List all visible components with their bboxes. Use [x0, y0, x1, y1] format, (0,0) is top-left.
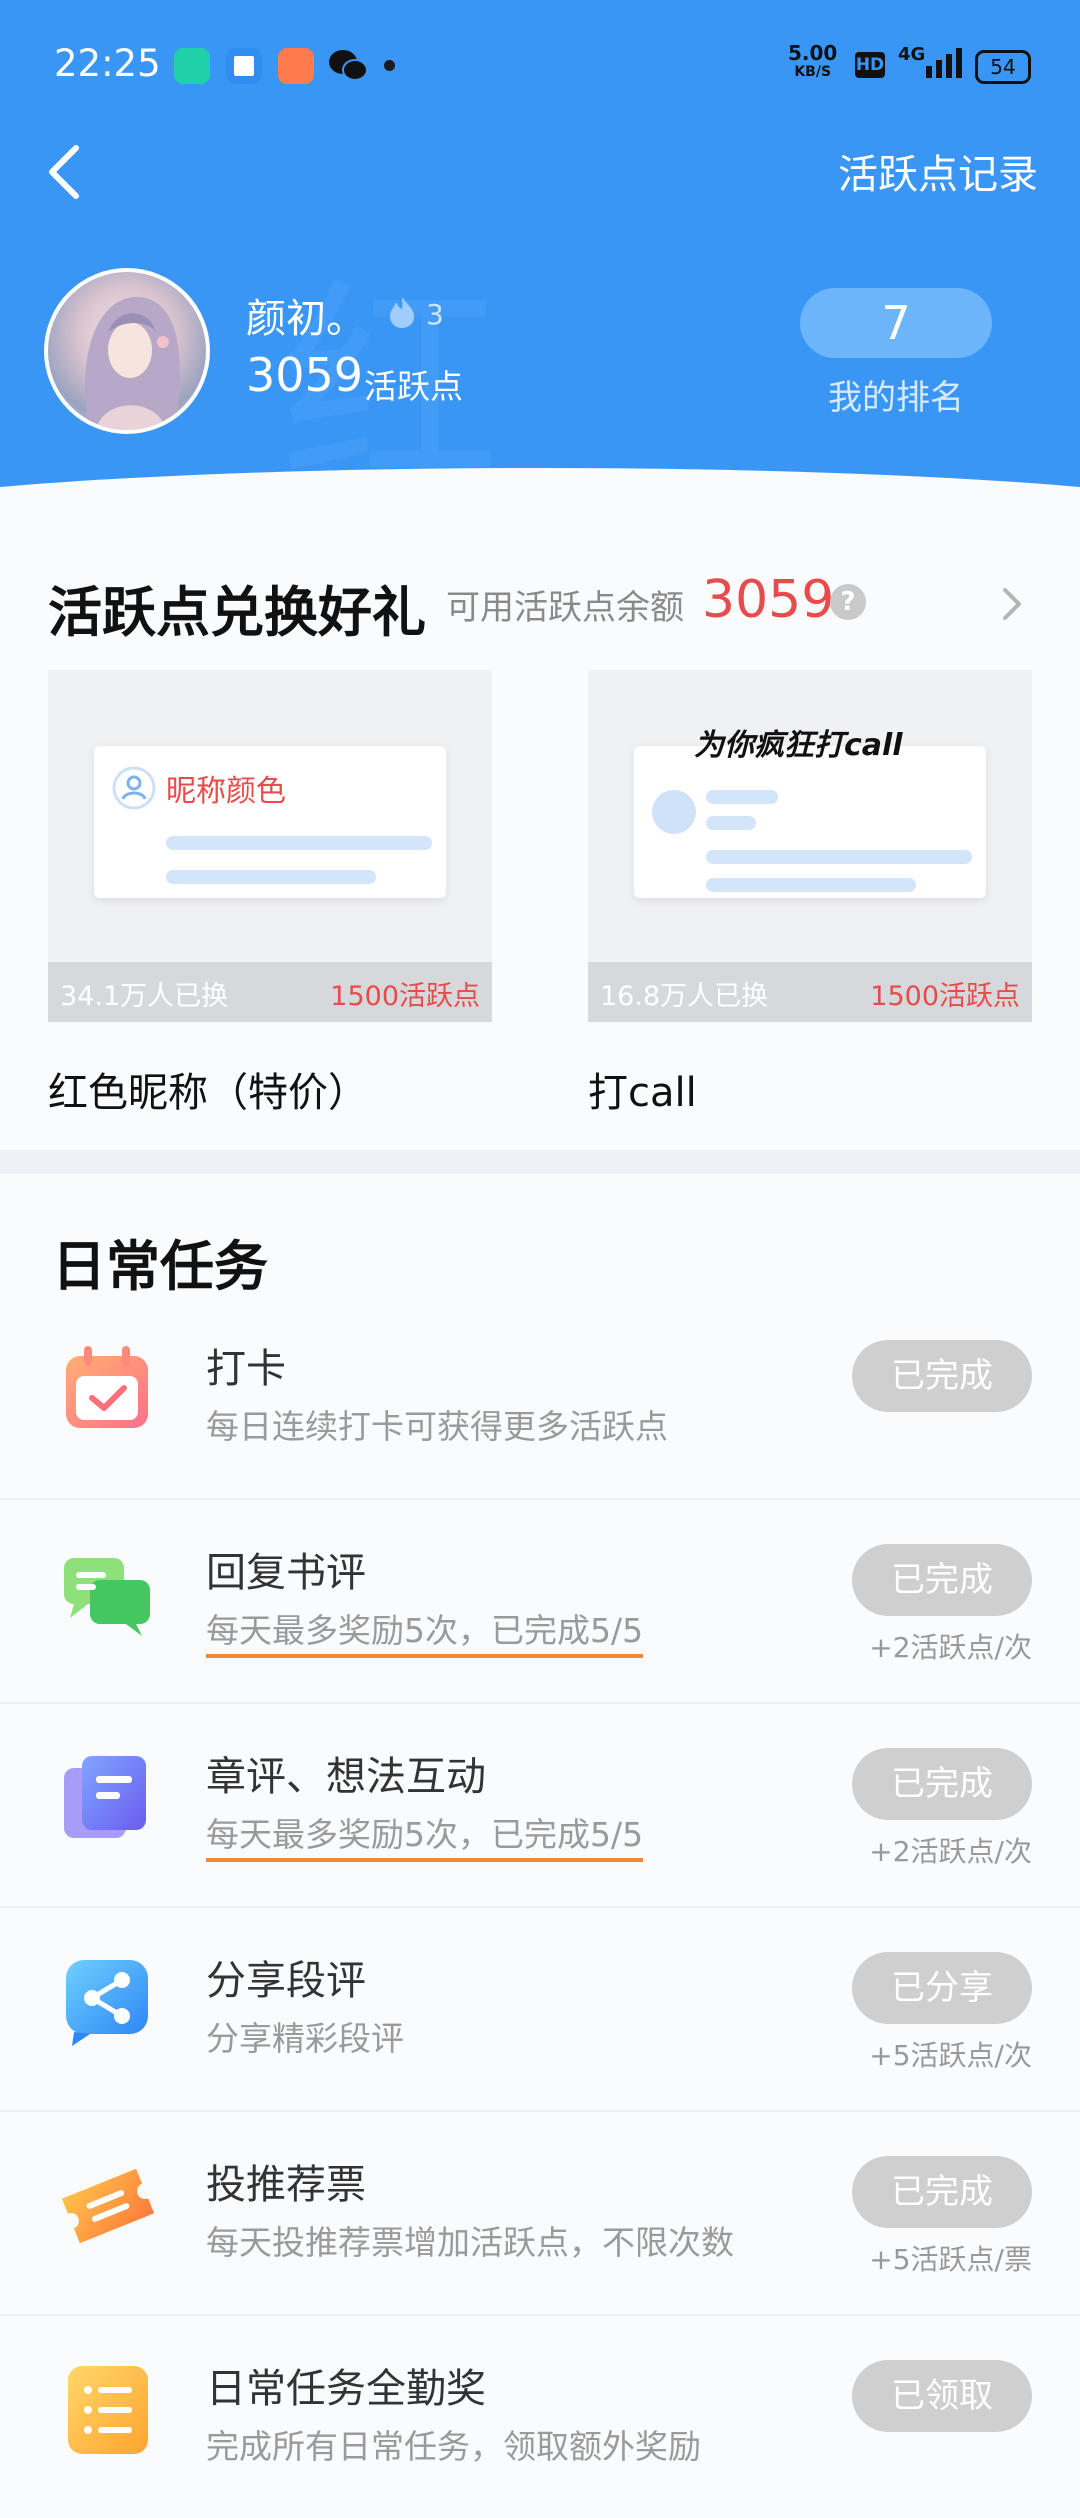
task-full-attendance: 日常任务全勤奖 完成所有日常任务，领取额外奖励 已领取	[0, 2314, 1080, 2518]
username: 颜初。	[246, 296, 366, 342]
avatar[interactable]	[44, 268, 210, 434]
avatar-illustration	[85, 296, 181, 430]
gift-card-call[interactable]: 为你疯狂打call 16.8万人已换 1500活跃点	[588, 670, 1032, 1022]
cost: 1500活跃点	[330, 981, 480, 1012]
preview-line	[706, 878, 916, 892]
hd-badge: HD	[855, 52, 885, 78]
app-notification-icon	[174, 48, 210, 84]
balance-value: 3059	[702, 570, 835, 630]
back-arrow-icon[interactable]	[42, 140, 86, 204]
flame-icon	[390, 297, 414, 328]
nickname-preview: 昵称颜色	[94, 746, 446, 898]
task-desc: 每日连续打卡可获得更多活跃点	[206, 1407, 668, 1446]
task-status-button[interactable]: 已完成	[852, 2156, 1032, 2228]
help-icon[interactable]: ?	[830, 584, 866, 620]
ticket-icon	[61, 2168, 155, 2244]
signal-icon	[926, 48, 962, 78]
browser-notification-icon	[226, 48, 262, 84]
task-status-button[interactable]: 已完成	[852, 1340, 1032, 1412]
game-notification-icon	[278, 48, 314, 84]
exchange-title: 活跃点兑换好礼	[48, 580, 426, 644]
header-curve	[0, 468, 1080, 500]
task-title: 日常任务全勤奖	[206, 2366, 486, 2412]
task-reward: +2活跃点/次	[869, 1631, 1032, 1664]
section-divider	[0, 1150, 1080, 1174]
rank-badge[interactable]: 7	[800, 288, 992, 358]
task-desc: 完成所有日常任务，领取额外奖励	[206, 2427, 701, 2466]
user-avatar-icon	[112, 766, 156, 810]
task-share-comment: 分享段评 分享精彩段评 已分享 +5活跃点/次	[0, 1906, 1080, 2112]
points-value: 3059	[246, 348, 364, 402]
gift-name[interactable]: 红色昵称（特价）	[48, 1060, 368, 1118]
chat-bubbles-icon	[64, 1558, 150, 1636]
task-desc: 每天最多奖励5次，已完成5/5	[206, 1604, 644, 1658]
speed-unit: KB/S	[794, 64, 832, 80]
task-title: 回复书评	[206, 1550, 366, 1596]
list-icon	[68, 2366, 148, 2454]
swapped-count: 34.1万人已换	[60, 981, 229, 1012]
preview-line	[706, 850, 972, 864]
rank-label: 我的排名	[828, 378, 964, 418]
task-desc: 分享精彩段评	[206, 2019, 404, 2058]
task-desc: 每天最多奖励5次，已完成5/5	[206, 1808, 644, 1862]
nickname-color-label: 昵称颜色	[166, 774, 286, 809]
task-title: 分享段评	[206, 1958, 366, 2004]
task-status-button[interactable]: 已领取	[852, 2360, 1032, 2432]
preview-line	[706, 816, 756, 830]
task-title: 打卡	[206, 1346, 286, 1392]
task-status-button[interactable]: 已完成	[852, 1748, 1032, 1820]
task-reward: +5活跃点/次	[869, 2039, 1032, 2072]
call-preview: 为你疯狂打call	[634, 728, 986, 898]
cost: 1500活跃点	[870, 981, 1020, 1012]
task-reward: +2活跃点/次	[869, 1835, 1032, 1868]
calendar-check-icon	[66, 1346, 148, 1428]
speed-value: 5.00	[788, 41, 838, 65]
task-checkin: 打卡 每日连续打卡可获得更多活跃点 已完成	[0, 1294, 1080, 1500]
preview-line	[166, 836, 432, 850]
chevron-right-icon[interactable]	[1000, 586, 1024, 622]
task-recommend-vote: 投推荐票 每天投推荐票增加活跃点，不限次数 已完成 +5活跃点/票	[0, 2110, 1080, 2316]
gift-card-red-nickname[interactable]: 昵称颜色 34.1万人已换 1500活跃点	[48, 670, 492, 1022]
network-speed: 5.00 KB/S	[788, 41, 838, 82]
daily-tasks-title: 日常任务	[52, 1234, 268, 1298]
note-icon	[64, 1756, 146, 1838]
status-bar: 22:25 5.00 KB/S HD 4G 54	[0, 0, 1080, 130]
task-chapter-interaction: 章评、想法互动 每天最多奖励5次，已完成5/5 已完成 +2活跃点/次	[0, 1702, 1080, 1908]
preview-line	[166, 870, 376, 884]
wechat-icon	[329, 50, 368, 81]
battery-icon: 54	[975, 50, 1031, 84]
task-title: 章评、想法互动	[206, 1754, 486, 1800]
activity-record-link[interactable]: 活跃点记录	[838, 142, 1038, 200]
points-unit: 活跃点	[364, 367, 463, 406]
preview-line	[706, 790, 778, 804]
fire-count: 3	[426, 298, 444, 331]
task-status-button[interactable]: 已完成	[852, 1544, 1032, 1616]
call-preview-label: 为你疯狂打call	[694, 728, 903, 763]
task-reward: +5活跃点/票	[869, 2243, 1032, 2276]
more-notifications-dot	[384, 60, 395, 71]
task-status-button[interactable]: 已分享	[852, 1952, 1032, 2024]
preview-avatar-circle	[652, 790, 696, 834]
gift-name[interactable]: 打call	[588, 1060, 697, 1118]
task-title: 投推荐票	[206, 2162, 366, 2208]
task-desc: 每天投推荐票增加活跃点，不限次数	[206, 2223, 734, 2262]
balance-label: 可用活跃点余额	[446, 588, 684, 628]
share-icon	[66, 1960, 148, 2046]
swapped-count: 16.8万人已换	[600, 981, 769, 1012]
task-reply-review: 回复书评 每天最多奖励5次，已完成5/5 已完成 +2活跃点/次	[0, 1498, 1080, 1704]
status-time: 22:25	[54, 42, 161, 85]
